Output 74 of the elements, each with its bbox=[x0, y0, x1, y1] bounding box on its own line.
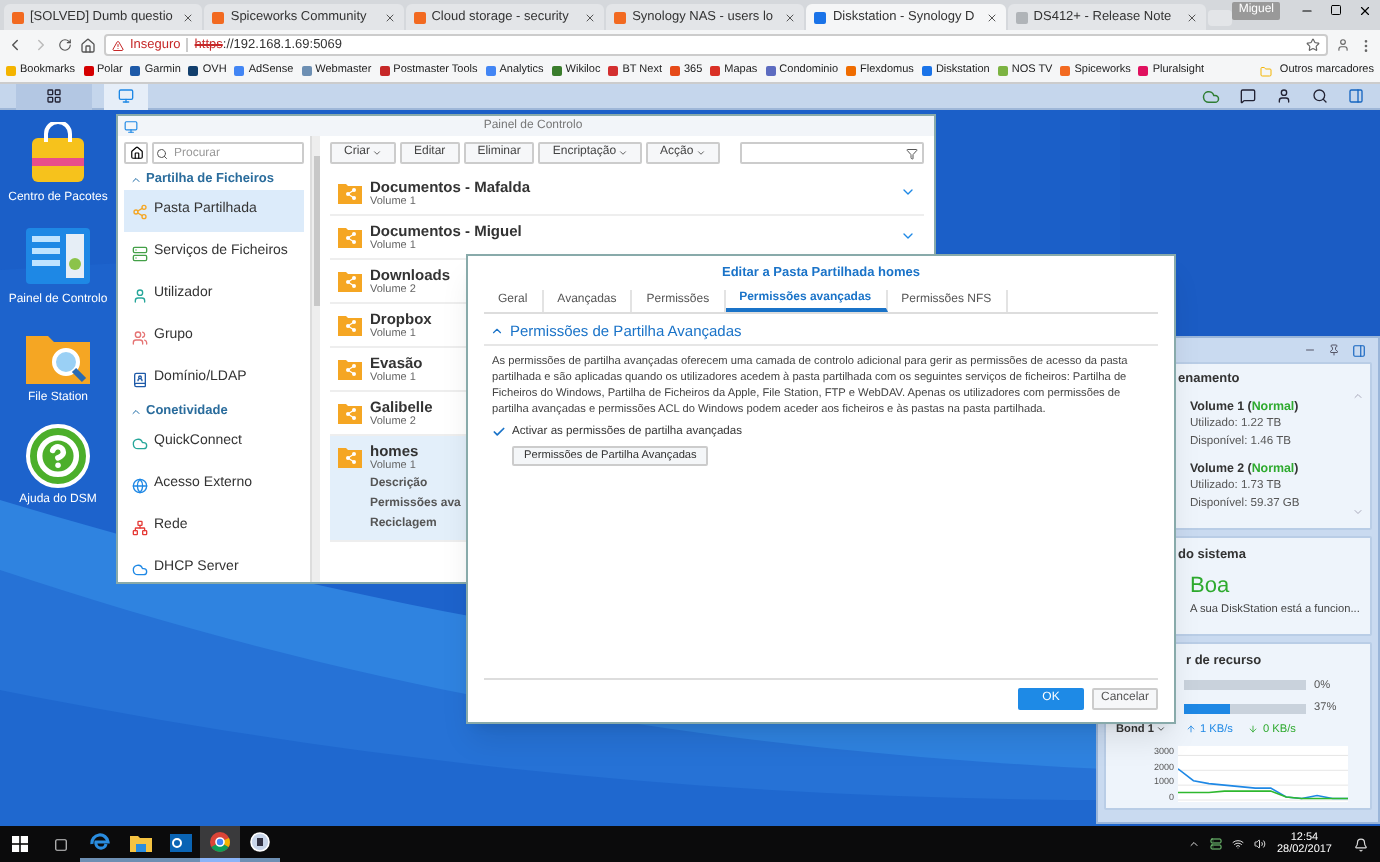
widgets-icon[interactable] bbox=[1348, 88, 1364, 104]
home-button[interactable] bbox=[124, 142, 148, 164]
sidebar-item-icon bbox=[132, 329, 148, 345]
sidebar-item-icon bbox=[132, 561, 148, 577]
app-icon bbox=[129, 833, 151, 851]
filter-field[interactable] bbox=[740, 142, 924, 164]
status-cloud-icon[interactable] bbox=[1202, 87, 1220, 105]
checkbox[interactable] bbox=[492, 425, 506, 440]
folder-icon bbox=[1259, 65, 1272, 77]
close-icon[interactable] bbox=[1358, 4, 1373, 18]
warning-icon bbox=[112, 39, 124, 51]
search-icon[interactable] bbox=[1312, 88, 1328, 104]
close-icon[interactable] bbox=[182, 11, 195, 23]
shopping-bag-icon bbox=[26, 122, 90, 186]
network-icon[interactable] bbox=[1232, 838, 1245, 850]
filter-icon bbox=[906, 147, 918, 159]
restore-icon[interactable] bbox=[1330, 4, 1343, 16]
collapse-icon[interactable] bbox=[490, 324, 504, 339]
monitor-icon bbox=[118, 88, 134, 104]
bookmark-star-icon[interactable] bbox=[1306, 38, 1320, 52]
notification-icon[interactable] bbox=[1354, 837, 1368, 851]
app-icon bbox=[210, 832, 230, 852]
notifications-icon[interactable] bbox=[1240, 88, 1256, 104]
shared-folder-icon bbox=[338, 314, 362, 336]
taskbar-app[interactable] bbox=[240, 826, 280, 862]
task-view-icon bbox=[53, 837, 67, 851]
close-icon[interactable] bbox=[383, 11, 396, 23]
shared-folder-icon bbox=[338, 446, 362, 468]
shared-folder-icon bbox=[338, 402, 362, 424]
home-icon bbox=[129, 146, 143, 160]
sidebar-item-icon bbox=[132, 203, 148, 219]
caret-icon bbox=[1155, 724, 1166, 735]
reload-icon[interactable] bbox=[58, 38, 72, 52]
grid-icon bbox=[46, 88, 62, 104]
user-icon[interactable] bbox=[1276, 88, 1292, 104]
close-icon[interactable] bbox=[584, 11, 597, 23]
app-icon bbox=[90, 832, 110, 852]
usage-bar bbox=[1184, 680, 1306, 691]
control-panel-taskbar-button[interactable] bbox=[104, 83, 148, 109]
sidebar-item-icon bbox=[132, 435, 148, 451]
sidebar-item-icon bbox=[132, 519, 148, 535]
profile-icon[interactable] bbox=[1336, 38, 1350, 52]
search-icon bbox=[156, 147, 168, 159]
control-panel-icon bbox=[24, 224, 92, 288]
app-icon bbox=[124, 119, 138, 133]
sidebar-item-icon bbox=[132, 287, 148, 303]
close-icon[interactable] bbox=[985, 11, 998, 23]
back-icon[interactable] bbox=[6, 36, 24, 54]
upload-icon bbox=[1185, 724, 1196, 735]
shared-folder-icon bbox=[338, 358, 362, 380]
sidebar-item-icon bbox=[132, 371, 148, 387]
home-icon[interactable] bbox=[80, 37, 96, 53]
sidebar-item-icon bbox=[132, 477, 148, 493]
pin-icon[interactable] bbox=[1328, 344, 1340, 356]
taskbar-app[interactable] bbox=[200, 826, 240, 862]
tray-icon[interactable] bbox=[1210, 838, 1223, 850]
shared-folder-icon bbox=[338, 270, 362, 292]
close-icon[interactable] bbox=[1186, 11, 1199, 23]
volume-icon[interactable] bbox=[1254, 838, 1267, 850]
main-menu-button[interactable] bbox=[16, 83, 92, 109]
shared-folder-icon bbox=[338, 226, 362, 248]
app-icon bbox=[169, 833, 191, 851]
sidebar-item-icon bbox=[132, 245, 148, 261]
windows-logo-icon bbox=[12, 836, 28, 852]
download-icon bbox=[1248, 724, 1259, 735]
expand-icon[interactable] bbox=[900, 228, 916, 244]
tray-expand-icon[interactable] bbox=[1188, 838, 1201, 850]
health-status: Boa bbox=[1190, 573, 1232, 598]
app-icon bbox=[250, 832, 270, 852]
close-icon[interactable] bbox=[784, 11, 797, 23]
expand-icon[interactable] bbox=[900, 184, 916, 200]
minimize-icon[interactable] bbox=[1300, 4, 1315, 18]
shared-folder-icon bbox=[338, 182, 362, 204]
widget-menu-icon[interactable] bbox=[1352, 343, 1366, 357]
